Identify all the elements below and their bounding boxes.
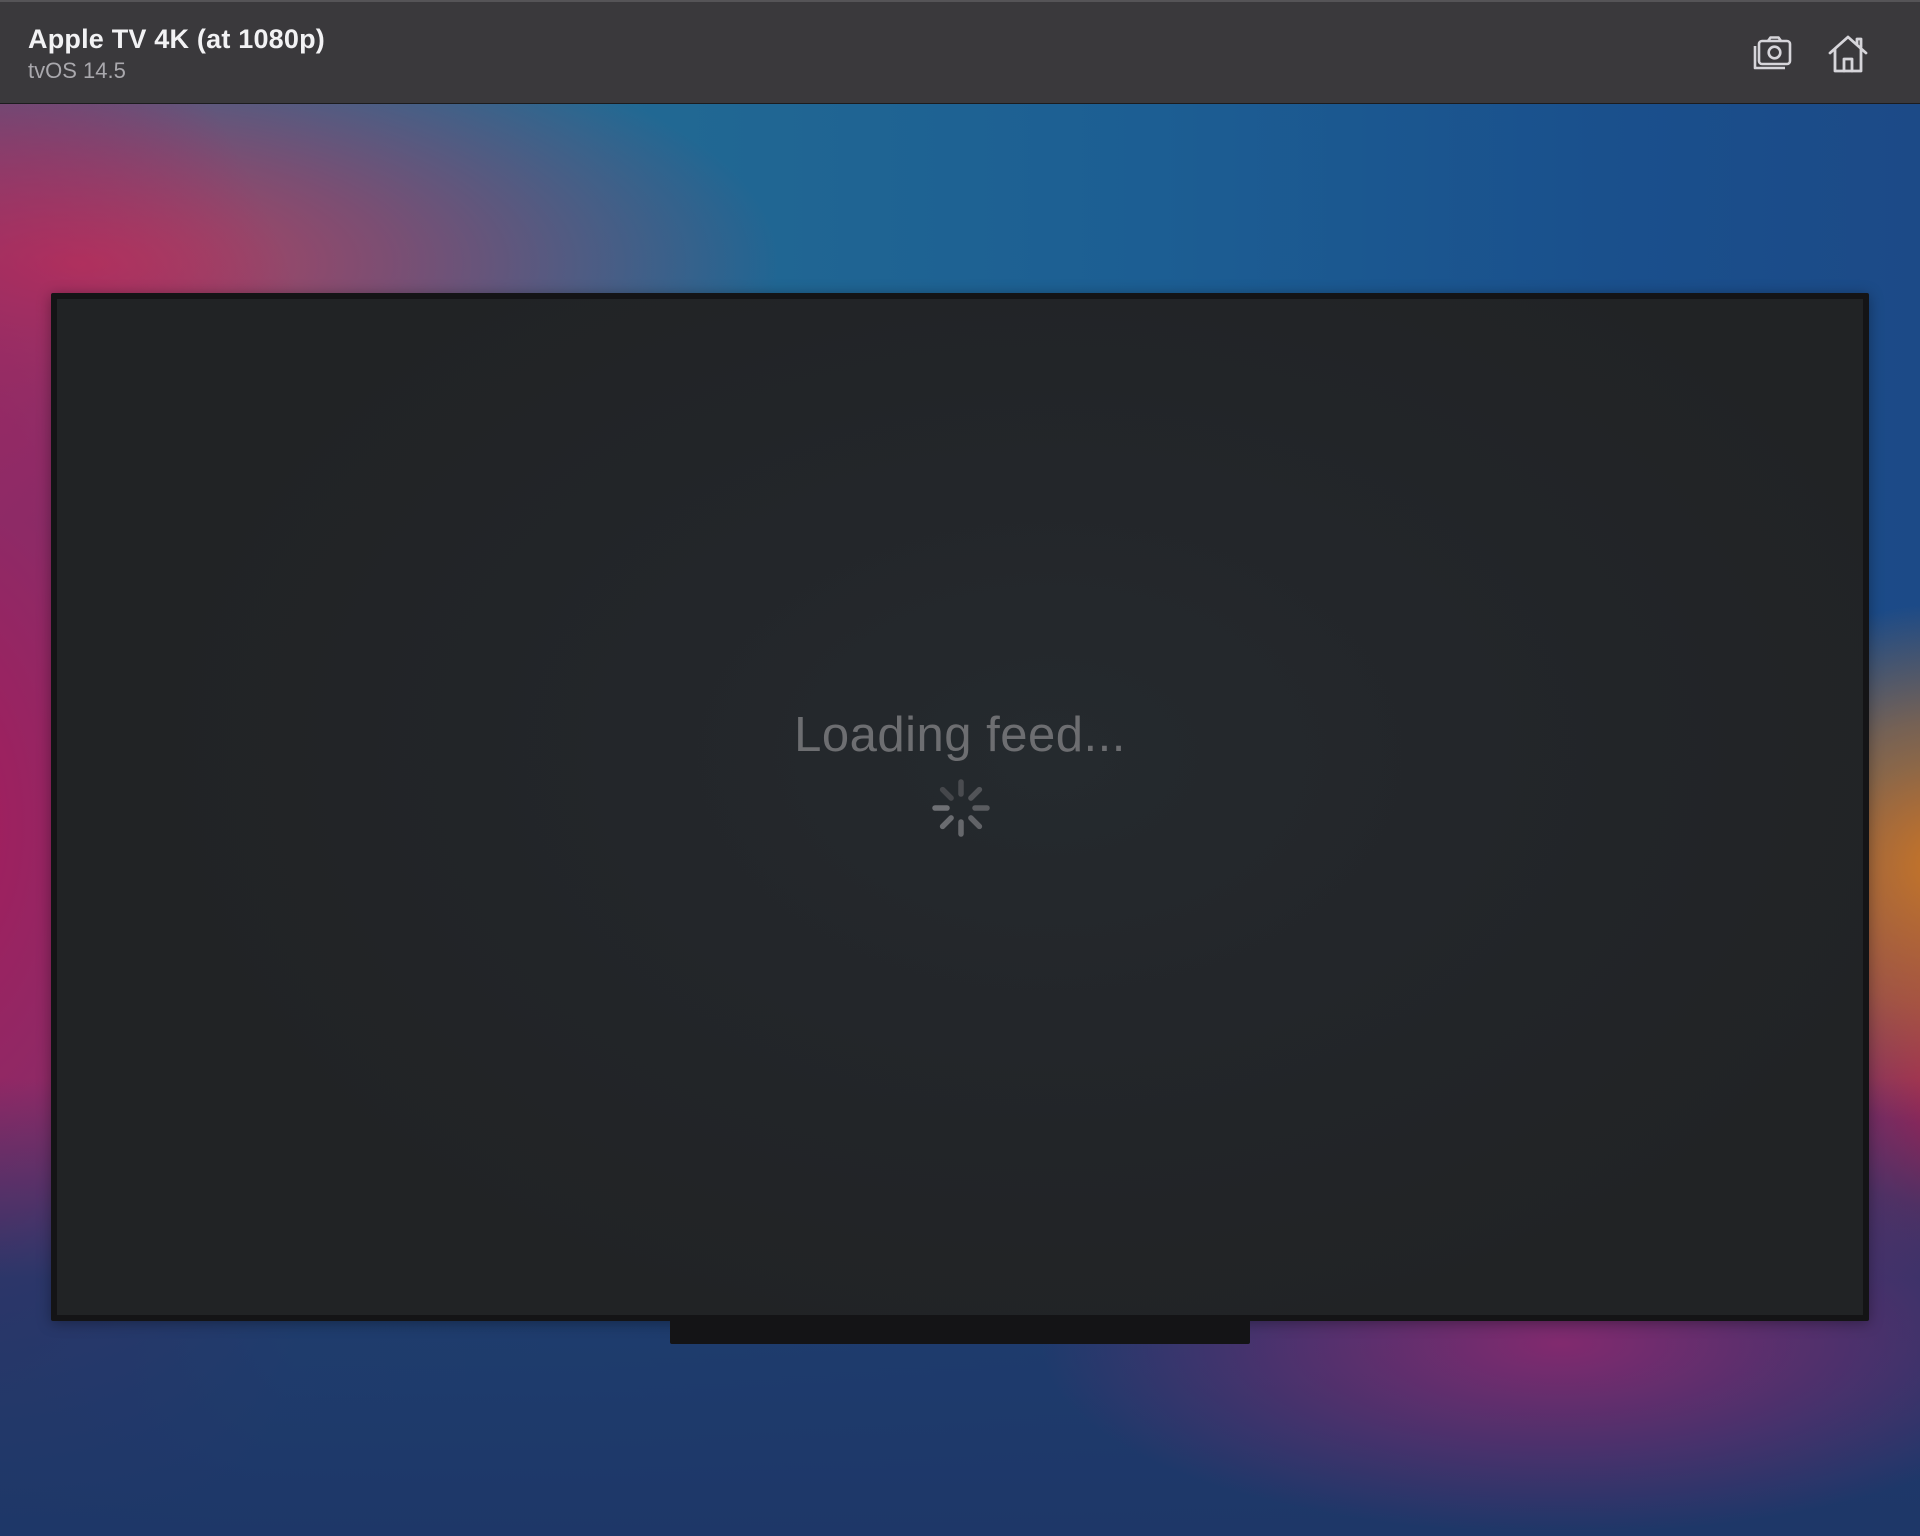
tv-frame: Loading feed... [51,293,1869,1321]
simulator-title-bar: Apple TV 4K (at 1080p) tvOS 14.5 [0,0,1920,104]
loading-status-text: Loading feed... [794,708,1126,762]
tv-stand [670,1321,1250,1344]
screenshot-button[interactable] [1747,30,1795,78]
activity-spinner-icon [932,779,990,837]
device-name: Apple TV 4K (at 1080p) [28,24,325,54]
tv-screen[interactable]: Loading feed... [57,299,1863,1315]
camera-screenshot-icon [1753,36,1792,70]
os-version: tvOS 14.5 [28,58,126,83]
home-icon [1828,35,1868,73]
home-button[interactable] [1824,30,1872,78]
